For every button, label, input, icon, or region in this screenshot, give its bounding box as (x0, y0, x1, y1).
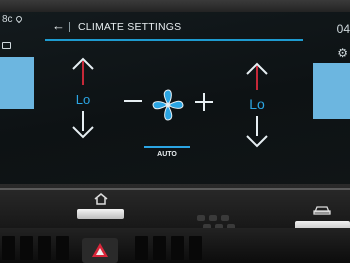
fan-decrease-button[interactable] (124, 100, 142, 102)
header: ← CLIMATE SETTINGS (50, 18, 300, 38)
vent-slot (2, 236, 15, 260)
home-icon (94, 193, 108, 205)
back-arrow-icon[interactable]: ← (52, 18, 65, 33)
outside-temp: 8c (2, 14, 24, 25)
auto-indicator (144, 146, 190, 148)
auto-button[interactable]: AUTO (144, 151, 190, 158)
vent-slot (135, 236, 148, 260)
vent-slot (153, 236, 166, 260)
clock: 04 (336, 22, 350, 36)
home-button[interactable] (77, 209, 124, 219)
right-temperature-control: Lo (242, 60, 272, 150)
left-temp-value: Lo (75, 92, 91, 107)
vent-slot (56, 236, 69, 260)
vent-slot (189, 236, 202, 260)
vent-slot (171, 236, 184, 260)
media-icon[interactable] (2, 42, 11, 49)
right-temp-value: Lo (249, 96, 265, 112)
side-panel-left[interactable] (0, 57, 34, 109)
side-panel-right[interactable] (313, 63, 350, 119)
right-temp-down-button (246, 135, 268, 148)
hazard-button[interactable] (82, 238, 118, 263)
car-icon (313, 206, 331, 215)
vent-slot (20, 236, 33, 260)
fan-increase-button[interactable] (195, 93, 213, 111)
hazard-icon (92, 243, 108, 257)
panel-edge (0, 188, 350, 190)
fan-icon[interactable] (150, 87, 186, 123)
left-temperature-control: Lo (68, 55, 98, 145)
page-title: CLIMATE SETTINGS (78, 21, 182, 33)
location-pin-icon (15, 14, 24, 24)
header-underline (45, 39, 303, 41)
header-separator (69, 22, 70, 32)
wrench-icon[interactable]: ⚙ (337, 46, 348, 60)
vent-slot (38, 236, 51, 260)
